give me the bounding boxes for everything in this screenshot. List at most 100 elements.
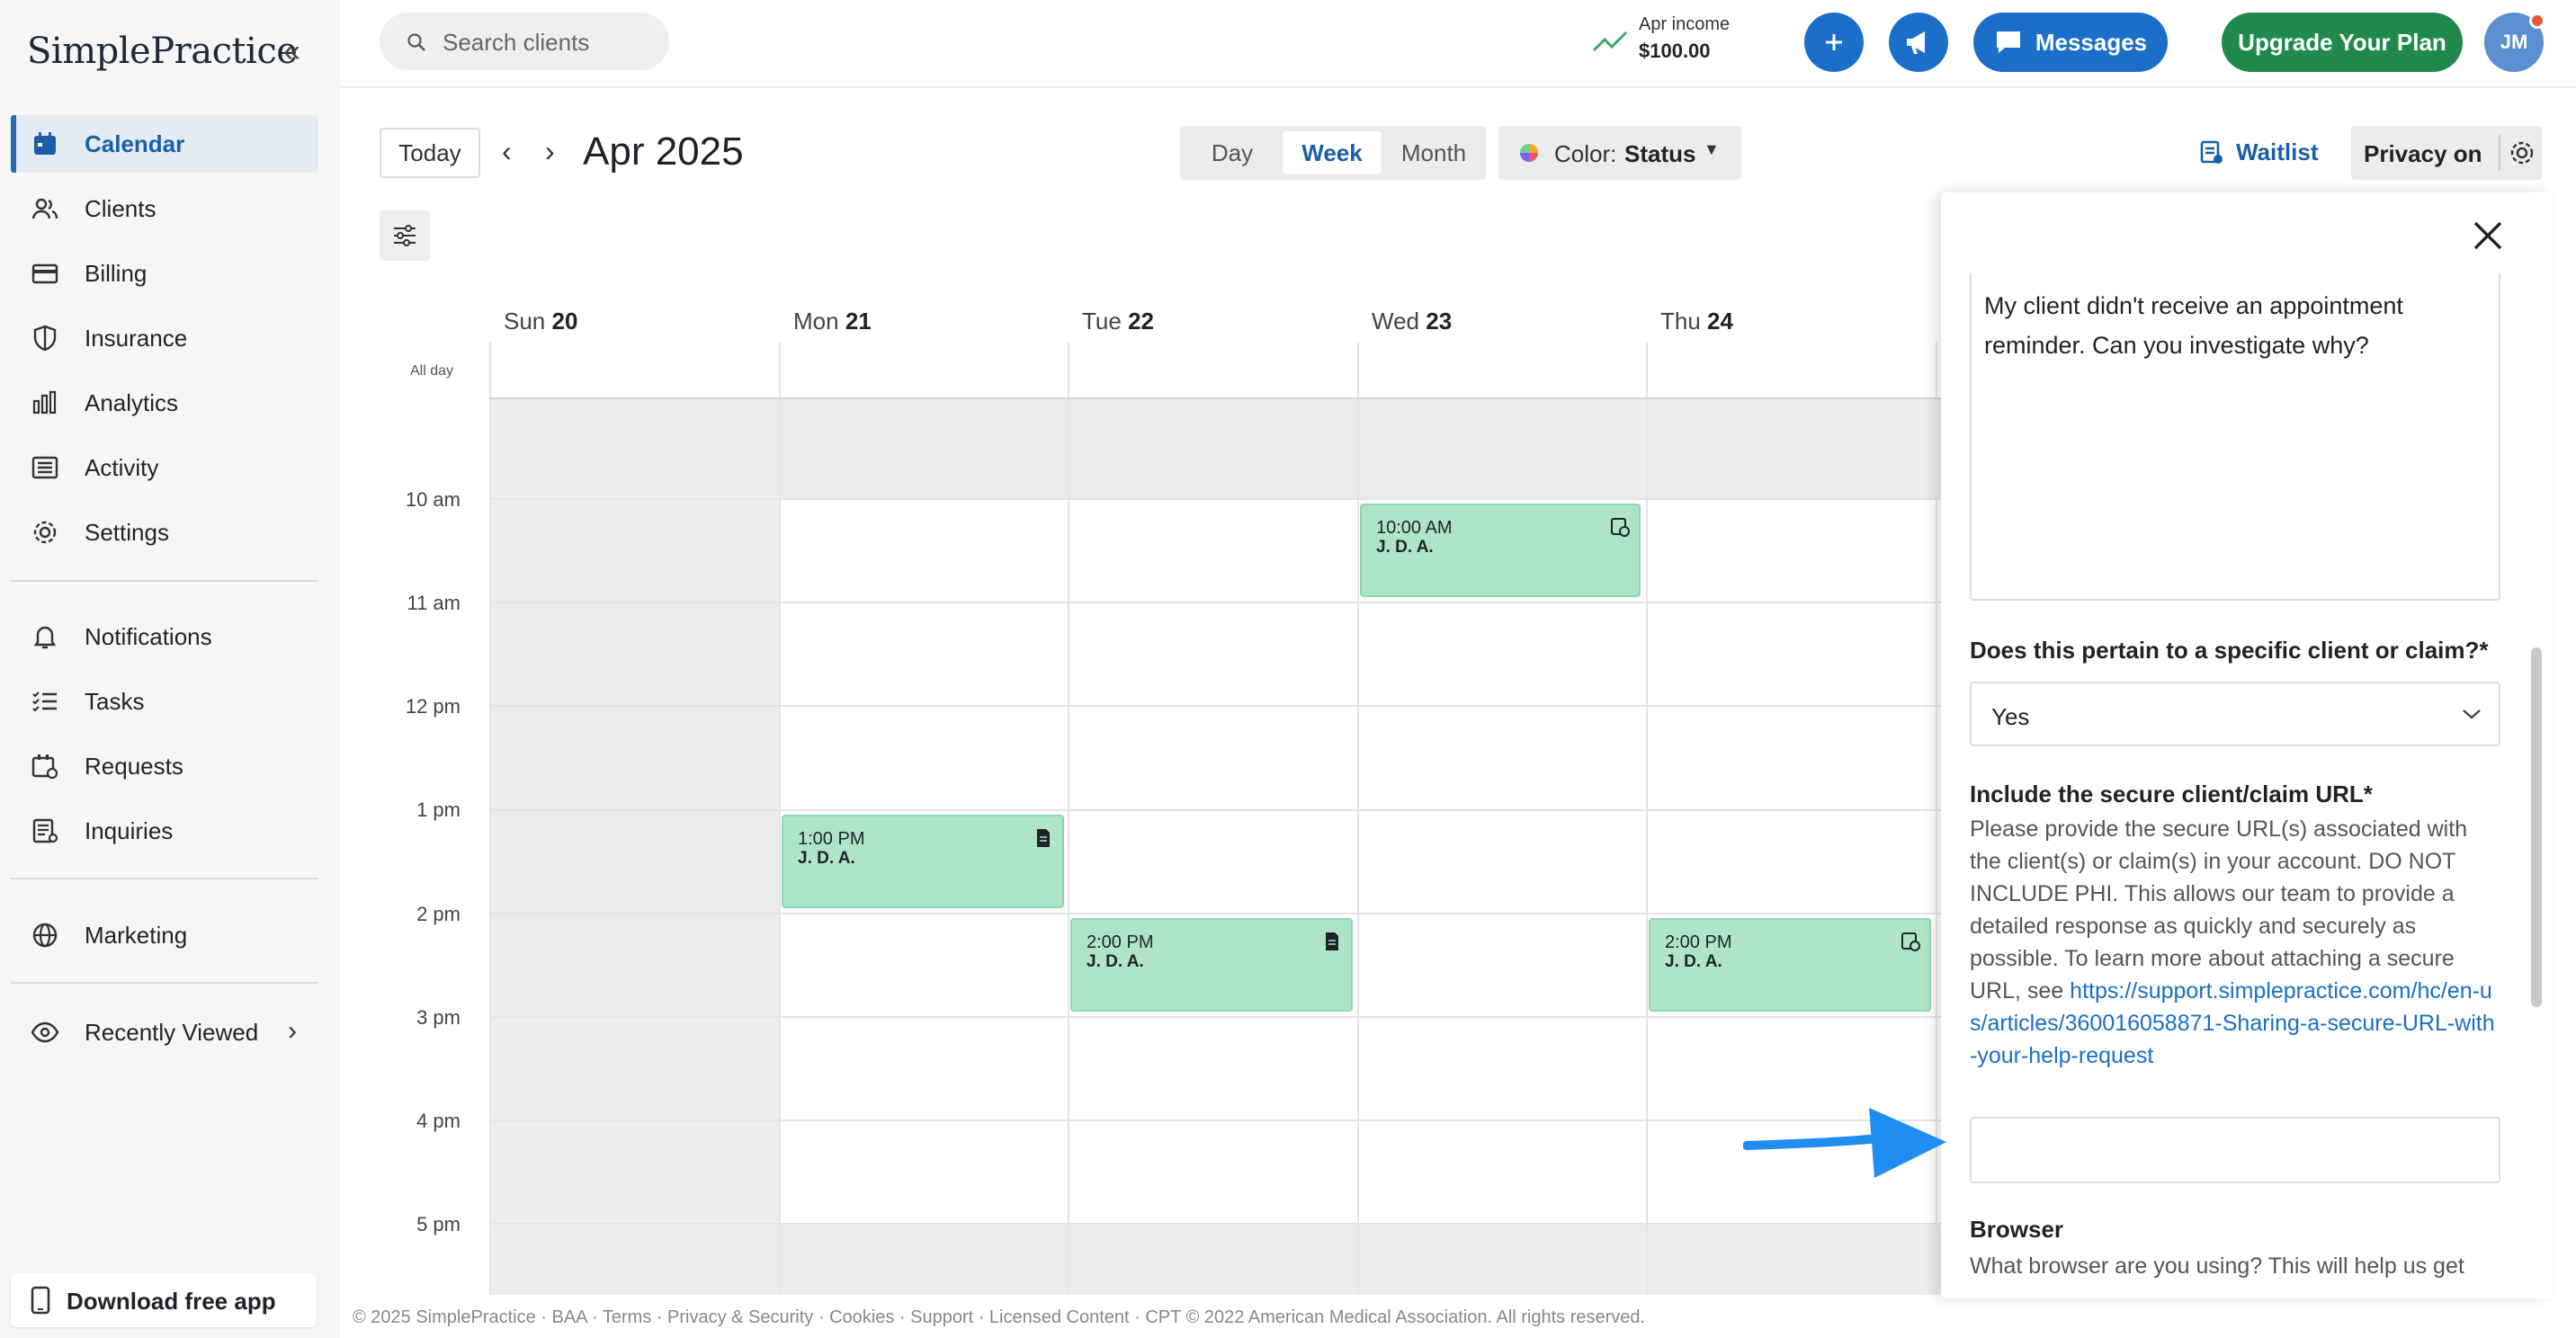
appointment-card[interactable]: 10:00 AM J. D. A. xyxy=(1360,504,1641,597)
analytics-icon xyxy=(32,390,57,415)
time-label: 1 pm xyxy=(416,798,461,821)
sidebar-item-settings[interactable]: Settings xyxy=(11,504,318,561)
sidebar-divider xyxy=(11,878,318,879)
panel-scrollbar[interactable] xyxy=(2531,647,2542,1007)
color-by-dropdown[interactable]: Color: Status ▼ xyxy=(1498,126,1741,180)
search-input[interactable]: Search clients xyxy=(380,13,669,70)
globe-icon xyxy=(32,923,58,948)
help-request-panel: My client didn't receive an appointment … xyxy=(1941,192,2553,1298)
search-placeholder: Search clients xyxy=(443,29,590,56)
sidebar-item-notifications[interactable]: Notifications xyxy=(11,608,318,665)
time-label: 5 pm xyxy=(416,1213,461,1235)
requests-icon xyxy=(31,754,58,780)
browser-help-text: What browser are you using? This will he… xyxy=(1970,1253,2464,1279)
secure-url-input[interactable] xyxy=(1970,1117,2500,1183)
color-value: Status xyxy=(1624,140,1696,167)
shield-icon xyxy=(33,325,57,352)
logo[interactable]: SimplePractice xyxy=(27,31,298,72)
appointment-client: J. D. A. xyxy=(798,849,855,868)
sidebar-item-requests[interactable]: Requests xyxy=(11,737,318,795)
sidebar-item-billing[interactable]: Billing xyxy=(11,245,318,302)
appointment-card[interactable]: 2:00 PM J. D. A. xyxy=(1070,918,1353,1012)
day-header-thu[interactable]: Thu 24 xyxy=(1660,308,1733,335)
appointment-card[interactable]: 1:00 PM J. D. A. xyxy=(782,815,1064,908)
next-week-icon[interactable]: › xyxy=(545,135,555,168)
upgrade-plan-button[interactable]: Upgrade Your Plan xyxy=(2222,13,2463,72)
sidebar-item-label: Notifications xyxy=(85,622,212,650)
sidebar-item-label: Inquiries xyxy=(85,816,174,844)
sidebar-item-tasks[interactable]: Tasks xyxy=(11,673,318,730)
phone-icon xyxy=(31,1286,50,1315)
add-button[interactable] xyxy=(1804,13,1864,72)
plus-icon xyxy=(1826,34,1842,50)
search-icon xyxy=(407,33,425,51)
tasks-icon xyxy=(32,691,57,712)
calendar-grid[interactable]: 10:00 AM J. D. A. 1:00 PM J. D. A. 2:00 … xyxy=(489,342,1941,1295)
inquiries-icon xyxy=(32,818,58,843)
calendar-icon xyxy=(34,132,56,155)
message-text: My client didn't receive an appointment … xyxy=(1984,292,2403,359)
sidebar-item-clients[interactable]: Clients xyxy=(11,180,318,237)
sidebar-item-recently-viewed[interactable]: Recently Viewed › xyxy=(11,1004,318,1061)
sidebar-item-activity[interactable]: Activity xyxy=(11,439,318,496)
announcements-button[interactable] xyxy=(1889,13,1948,72)
appointment-time: 10:00 AM xyxy=(1376,518,1453,538)
messages-button[interactable]: Messages xyxy=(1973,13,2168,72)
income-value[interactable]: $100.00 xyxy=(1639,40,1711,63)
waitlist-link[interactable]: Waitlist xyxy=(2236,138,2318,166)
day-header-mon[interactable]: Mon 21 xyxy=(793,308,872,335)
sidebar-item-insurance[interactable]: Insurance xyxy=(11,309,318,367)
notification-dot xyxy=(2529,13,2545,29)
sidebar-item-label: Activity xyxy=(85,453,159,481)
view-week-button[interactable]: Week xyxy=(1283,131,1382,174)
view-month-button[interactable]: Month xyxy=(1387,131,1480,174)
document-icon xyxy=(1326,932,1338,950)
download-app-button[interactable]: Download free app xyxy=(11,1273,317,1327)
appointment-time: 1:00 PM xyxy=(798,829,865,849)
client-question-label: Does this pertain to a specific client o… xyxy=(1970,637,2489,664)
sidebar-item-label: Marketing xyxy=(85,921,188,949)
sidebar-item-label: Requests xyxy=(85,752,183,780)
sidebar-item-inquiries[interactable]: Inquiries xyxy=(11,802,318,860)
appointment-card[interactable]: 2:00 PM J. D. A. xyxy=(1649,918,1931,1012)
url-label: Include the secure client/claim URL* xyxy=(1970,780,2373,807)
color-label: Color: xyxy=(1554,140,1617,167)
view-day-button[interactable]: Day xyxy=(1187,131,1277,174)
bell-icon xyxy=(33,626,57,649)
prev-week-icon[interactable]: ‹ xyxy=(502,135,512,168)
close-icon[interactable] xyxy=(2468,216,2508,255)
day-header-tue[interactable]: Tue 22 xyxy=(1082,308,1154,335)
chevron-right-icon: › xyxy=(288,1016,297,1046)
time-label: 11 am xyxy=(407,592,461,614)
gear-icon[interactable] xyxy=(2508,138,2536,167)
weekend-shade xyxy=(489,399,779,1295)
all-day-label: All day xyxy=(410,363,454,379)
appointment-time: 2:00 PM xyxy=(1087,932,1154,952)
sidebar-item-calendar[interactable]: Calendar xyxy=(11,115,318,173)
footer-links[interactable]: © 2025 SimplePractice · BAA · Terms · Pr… xyxy=(353,1307,1645,1328)
today-button[interactable]: Today xyxy=(380,128,480,178)
time-label: 12 pm xyxy=(405,695,461,718)
upgrade-label: Upgrade Your Plan xyxy=(2238,28,2446,56)
messages-label: Messages xyxy=(2035,28,2148,56)
sliders-icon xyxy=(394,225,416,246)
sidebar-item-label: Insurance xyxy=(85,324,188,352)
day-header-wed[interactable]: Wed 23 xyxy=(1372,308,1452,335)
privacy-toggle[interactable]: Privacy on xyxy=(2351,126,2542,180)
income-label[interactable]: Apr income xyxy=(1639,14,1730,35)
sidebar-item-analytics[interactable]: Analytics xyxy=(11,374,318,432)
day-header-sun[interactable]: Sun 20 xyxy=(504,308,577,335)
sidebar-item-label: Settings xyxy=(85,518,169,546)
client-claim-select[interactable]: Yes xyxy=(1970,682,2500,746)
time-label: 3 pm xyxy=(416,1006,461,1029)
off-hours-shade xyxy=(489,1225,1941,1295)
color-wheel-icon xyxy=(1520,144,1538,162)
filter-button[interactable] xyxy=(380,210,430,261)
gear-icon xyxy=(33,521,57,544)
eye-icon xyxy=(31,1021,59,1043)
time-label: 10 am xyxy=(405,488,461,511)
sidebar-divider xyxy=(11,982,318,984)
collapse-sidebar-icon[interactable]: « xyxy=(283,34,300,69)
sidebar-item-marketing[interactable]: Marketing xyxy=(11,906,318,964)
annotation-arrow xyxy=(1743,1108,1946,1178)
